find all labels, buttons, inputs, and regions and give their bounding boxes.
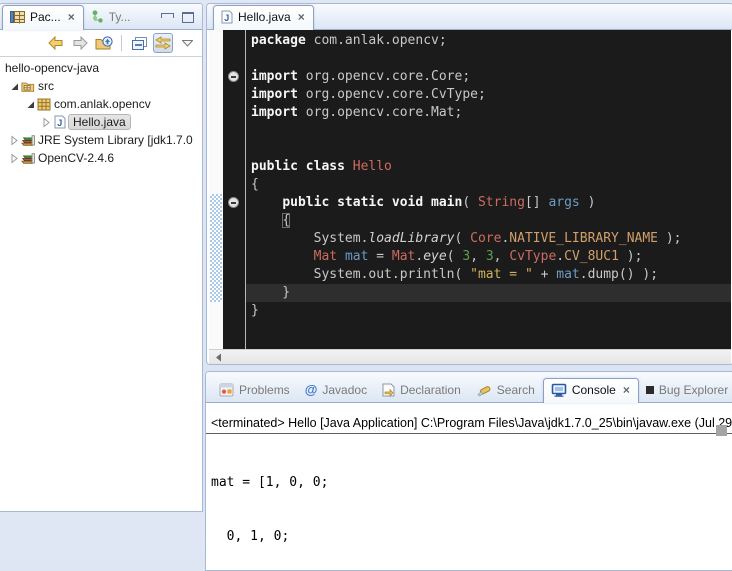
declaration-icon: [382, 383, 395, 397]
link-with-editor-icon[interactable]: [153, 33, 173, 53]
view-menu-icon[interactable]: [177, 33, 197, 53]
source-folder-icon: [21, 79, 35, 93]
view-window-buttons: [161, 12, 202, 29]
maximize-button[interactable]: [182, 12, 194, 23]
code-line[interactable]: Mat mat = Mat.eye( 3, 3, CvType.CV_8UC1 …: [251, 248, 731, 266]
left-panel-tabbar: Pac... × Ty...: [0, 4, 202, 30]
tree-item-src[interactable]: src: [0, 77, 202, 95]
tab-label: Search: [497, 383, 535, 397]
console-output[interactable]: mat = [1, 0, 0; 0, 1, 0; 0, 0, 1]: [206, 434, 732, 571]
fold-collapse-icon[interactable]: [228, 71, 239, 82]
code-line[interactable]: }: [251, 284, 731, 302]
scroll-left-arrow-icon[interactable]: [215, 353, 222, 362]
package-explorer-icon: [10, 10, 25, 24]
tab-label: Bug Explorer: [659, 383, 728, 397]
tab-javadoc[interactable]: @ Javadoc: [298, 378, 375, 402]
tree-item-package[interactable]: com.anlak.opencv: [0, 95, 202, 113]
horizontal-scrollbar[interactable]: [209, 349, 731, 364]
javadoc-icon: @: [305, 382, 318, 397]
minimize-button[interactable]: [161, 13, 174, 18]
java-file-icon: J: [53, 115, 67, 129]
fold-collapse-icon[interactable]: [228, 197, 239, 208]
code-line[interactable]: }: [251, 302, 731, 320]
bottom-view-area: Problems @ Javadoc Declaration Search: [205, 371, 732, 571]
tab-package-explorer[interactable]: Pac... ×: [2, 5, 84, 30]
code-lines: package com.anlak.opencv; import org.open…: [246, 32, 731, 320]
tab-label: Ty...: [109, 10, 131, 24]
code-line[interactable]: [251, 50, 731, 68]
close-icon[interactable]: ×: [623, 385, 630, 395]
toolbar-separator: [121, 35, 122, 51]
console-view: <terminated> Hello [Java Application] C:…: [206, 416, 732, 571]
collapsed-arrow-icon[interactable]: [39, 115, 53, 129]
code-line[interactable]: import org.opencv.core.Mat;: [251, 104, 731, 122]
console-icon: [551, 383, 567, 397]
tab-label: Pac...: [30, 10, 61, 24]
svg-text:J: J: [224, 13, 229, 23]
tab-label: Console: [572, 383, 616, 397]
collapse-all-icon[interactable]: [129, 33, 149, 53]
tab-bug-explorer[interactable]: Bug Explorer: [639, 379, 732, 402]
code-line[interactable]: {: [251, 212, 731, 230]
tab-label: Hello.java: [238, 10, 291, 24]
forward-arrow-icon[interactable]: [70, 33, 90, 53]
tab-declaration[interactable]: Declaration: [375, 379, 469, 402]
problems-icon: [219, 383, 234, 397]
collapsed-arrow-icon[interactable]: [7, 151, 21, 165]
tab-label: Javadoc: [322, 383, 367, 397]
library-icon: [21, 133, 35, 147]
code-line[interactable]: import org.opencv.core.CvType;: [251, 86, 731, 104]
code-line[interactable]: System.loadLibrary( Core.NATIVE_LIBRARY_…: [251, 230, 731, 248]
code-line[interactable]: public class Hello: [251, 158, 731, 176]
tree-item-hello-java[interactable]: J Hello.java: [0, 113, 202, 131]
tree-item-jre-library[interactable]: JRE System Library [jdk1.7.0: [0, 131, 202, 149]
project-tree: hello-opencv-java src: [0, 57, 202, 167]
tab-label: Problems: [239, 383, 290, 397]
editor-tabbar: J Hello.java ×: [207, 4, 732, 30]
code-line[interactable]: [251, 122, 731, 140]
collapsed-arrow-icon[interactable]: [7, 133, 21, 147]
code-line[interactable]: public static void main( String[] args ): [251, 194, 731, 212]
close-icon[interactable]: ×: [68, 12, 75, 22]
type-hierarchy-icon: [91, 10, 104, 24]
console-output-line: mat = [1, 0, 0;: [211, 474, 732, 492]
up-folder-icon[interactable]: [94, 33, 114, 53]
close-icon[interactable]: ×: [298, 12, 305, 22]
console-process-header: <terminated> Hello [Java Application] C:…: [206, 416, 732, 434]
editor-area: J Hello.java × package com.anlak.opencv;…: [206, 3, 732, 365]
expanded-arrow-icon[interactable]: [7, 79, 21, 93]
tree-item-project-root[interactable]: hello-opencv-java: [0, 59, 202, 77]
code-line[interactable]: [251, 140, 731, 158]
tab-console[interactable]: Console ×: [543, 378, 639, 403]
package-explorer-toolbar: [0, 30, 202, 57]
console-toolbar-icon[interactable]: [716, 425, 727, 436]
package-explorer-view: Pac... × Ty...: [0, 3, 203, 512]
bug-square-icon: [646, 386, 654, 394]
code-line[interactable]: {: [251, 176, 731, 194]
back-arrow-icon[interactable]: [46, 33, 66, 53]
console-output-line: 0, 1, 0;: [211, 528, 732, 546]
bottom-tabbar: Problems @ Javadoc Declaration Search: [206, 372, 732, 403]
library-icon: [21, 151, 35, 165]
code-line[interactable]: package com.anlak.opencv;: [251, 32, 731, 50]
selected-tree-label: Hello.java: [68, 114, 131, 130]
code-editor[interactable]: package com.anlak.opencv; import org.open…: [209, 30, 731, 349]
svg-text:J: J: [57, 118, 62, 128]
expanded-arrow-icon[interactable]: [23, 97, 37, 111]
code-line[interactable]: import org.opencv.core.Core;: [251, 68, 731, 86]
range-indicator: [210, 194, 222, 302]
tab-problems[interactable]: Problems: [212, 379, 298, 402]
tree-item-opencv-library[interactable]: OpenCV-2.4.6: [0, 149, 202, 167]
java-file-icon: J: [221, 10, 233, 24]
tab-type-hierarchy[interactable]: Ty...: [84, 6, 139, 29]
tab-label: Declaration: [400, 383, 461, 397]
annotation-ruler[interactable]: [209, 30, 223, 349]
package-icon: [37, 97, 51, 111]
code-text-area[interactable]: package com.anlak.opencv; import org.open…: [246, 30, 731, 349]
folding-ruler[interactable]: [223, 30, 246, 349]
editor-tab-hello-java[interactable]: J Hello.java ×: [213, 5, 314, 30]
tab-search[interactable]: Search: [469, 379, 543, 402]
code-line[interactable]: System.out.println( "mat = " + mat.dump(…: [251, 266, 731, 284]
search-icon: [476, 383, 492, 397]
